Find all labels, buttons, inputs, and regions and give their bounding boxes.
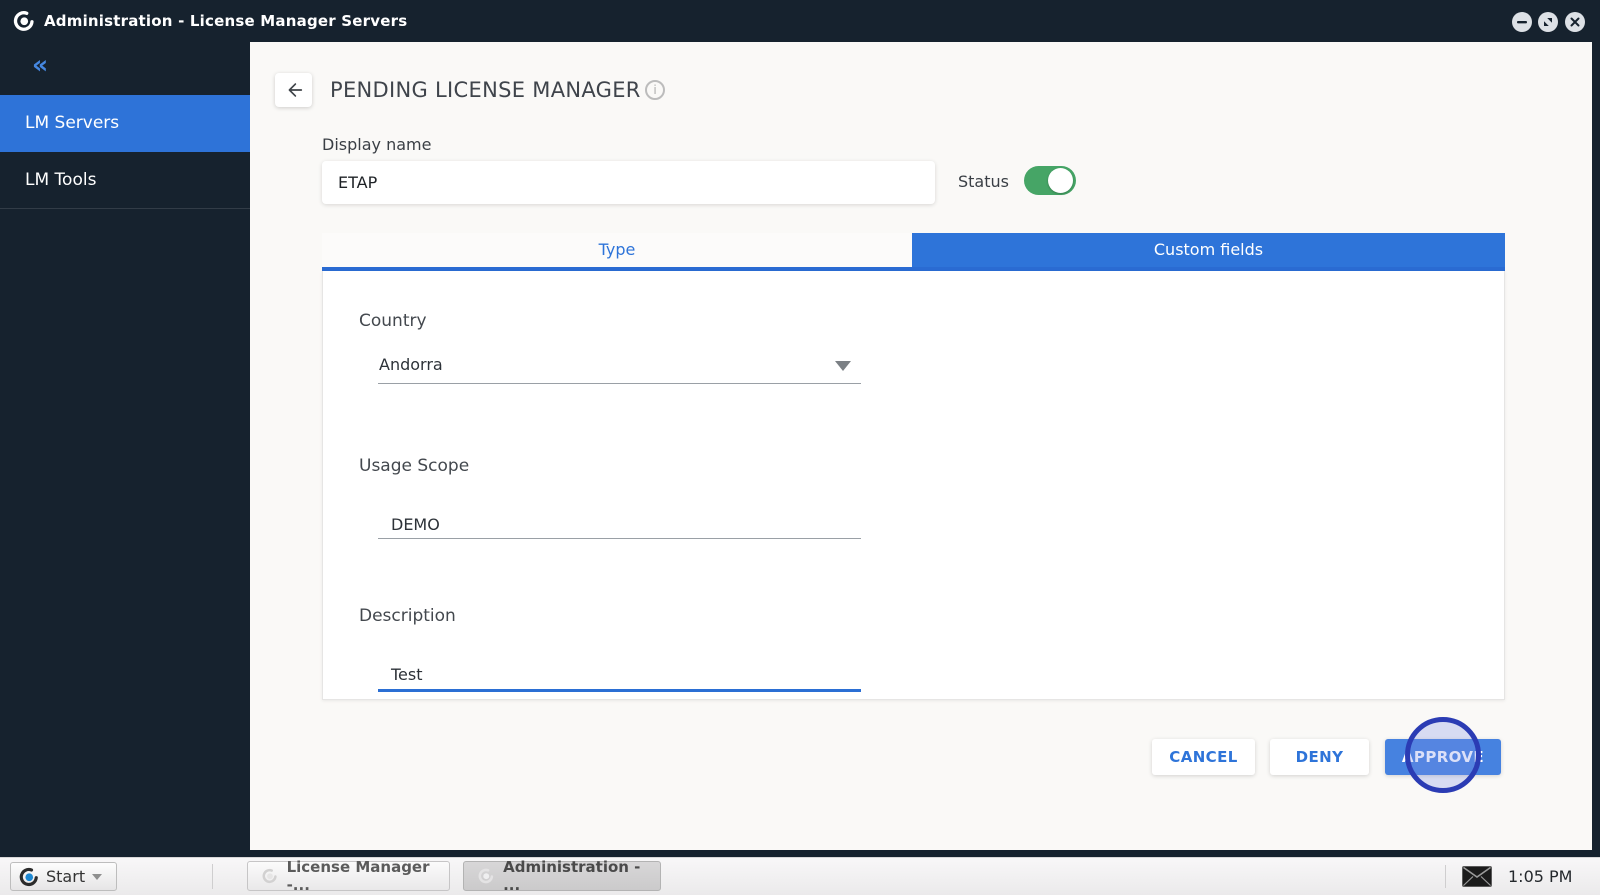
tab-bar: Type Custom fields <box>322 233 1505 267</box>
custom-fields-panel: Country Andorra Usage Scope DEMO Descrip… <box>322 271 1505 700</box>
country-label: Country <box>359 311 427 331</box>
display-name-label: Display name <box>322 135 431 154</box>
main-content: PENDING LICENSE MANAGER i Display name S… <box>250 42 1592 850</box>
dropdown-arrow-icon[interactable] <box>835 361 851 371</box>
taskbar-item-label: License Manager -... <box>287 858 435 894</box>
window-titlebar: Administration - License Manager Servers <box>0 0 1600 42</box>
minimize-button[interactable] <box>1512 12 1532 32</box>
sidebar-item-lm-servers[interactable]: LM Servers <box>0 95 250 152</box>
tab-type[interactable]: Type <box>322 233 912 267</box>
cancel-button[interactable]: CANCEL <box>1152 739 1255 775</box>
usage-scope-label: Usage Scope <box>359 456 469 476</box>
sidebar-collapse-button[interactable]: « <box>32 50 48 79</box>
sidebar-item-label: LM Servers <box>25 113 119 133</box>
taskbar-item-label: Administration - ... <box>503 858 646 894</box>
page-title: PENDING LICENSE MANAGER <box>330 78 641 102</box>
approve-button[interactable]: APPROVE <box>1385 739 1501 775</box>
arrow-left-icon <box>283 79 305 101</box>
minimize-icon <box>1516 16 1528 28</box>
taskbar: Start License Manager -... Administratio… <box>0 857 1600 895</box>
display-name-input[interactable] <box>322 161 935 204</box>
start-logo-icon <box>19 867 39 887</box>
maximize-button[interactable] <box>1538 12 1558 32</box>
sidebar-item-label: LM Tools <box>25 170 96 190</box>
app-logo-icon <box>13 10 35 32</box>
window-title: Administration - License Manager Servers <box>44 0 407 42</box>
taskbar-divider <box>1445 865 1446 888</box>
taskbar-item-administration[interactable]: Administration - ... <box>463 861 661 891</box>
start-caret-icon <box>92 874 102 880</box>
start-button[interactable]: Start <box>10 862 117 891</box>
app-logo-icon <box>478 867 494 885</box>
app-logo-icon <box>262 867 278 885</box>
country-underline <box>378 383 861 384</box>
usage-scope-underline <box>378 538 861 539</box>
back-button[interactable] <box>275 73 312 107</box>
description-label: Description <box>359 606 456 626</box>
country-dropdown[interactable]: Andorra <box>379 355 443 374</box>
info-icon[interactable]: i <box>645 80 665 100</box>
tab-custom-fields[interactable]: Custom fields <box>912 233 1505 267</box>
usage-scope-field[interactable]: DEMO <box>391 515 440 534</box>
status-toggle[interactable] <box>1024 166 1076 195</box>
description-field[interactable]: Test <box>391 665 423 684</box>
toggle-knob <box>1048 168 1073 193</box>
taskbar-clock: 1:05 PM <box>1508 858 1572 895</box>
chevron-double-left-icon: « <box>32 50 48 79</box>
sidebar: « LM Servers LM Tools <box>0 42 250 850</box>
app-window: Administration - License Manager Servers… <box>0 0 1600 857</box>
status-label: Status <box>958 172 1009 191</box>
taskbar-divider <box>212 864 213 889</box>
deny-button[interactable]: DENY <box>1270 739 1369 775</box>
maximize-icon <box>1542 16 1554 28</box>
taskbar-item-license-manager[interactable]: License Manager -... <box>247 861 450 891</box>
start-label: Start <box>46 867 85 886</box>
sidebar-item-lm-tools[interactable]: LM Tools <box>0 152 250 209</box>
screen: Administration - License Manager Servers… <box>0 0 1600 895</box>
close-icon <box>1569 16 1581 28</box>
mail-icon[interactable] <box>1462 866 1492 887</box>
description-underline-focused <box>378 689 861 692</box>
close-button[interactable] <box>1565 12 1585 32</box>
